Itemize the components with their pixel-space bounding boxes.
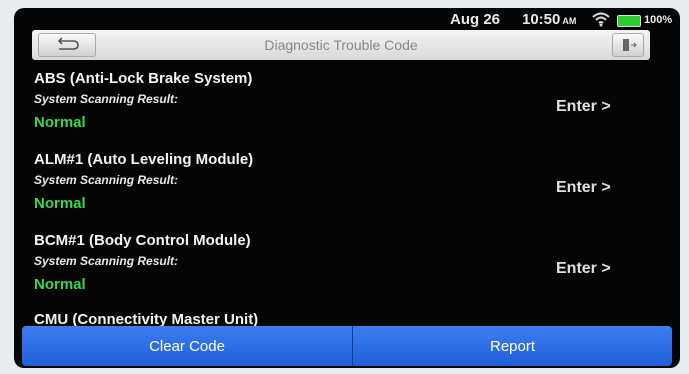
device-screen: Aug 26 10:50 AM 100% Diagnostic Trouble C… [14,8,680,368]
status-time: 10:50 AM [522,11,576,28]
scan-result-label: System Scanning Result: [34,254,179,268]
battery-level: 100% [644,14,673,26]
system-name: BCM#1 (Body Control Module) [34,232,251,249]
system-name: ABS (Anti-Lock Brake System) [34,70,253,87]
scan-status: Normal [34,195,86,212]
clear-code-button[interactable]: Clear Code [22,326,352,366]
report-button[interactable]: Report [353,326,672,366]
title-bar: Diagnostic Trouble Code [32,30,650,60]
exit-door-icon [623,39,637,51]
scan-result-label: System Scanning Result: [34,173,179,187]
status-date: Aug 26 [450,11,501,28]
scan-status: Normal [34,114,86,131]
status-bar: Aug 26 10:50 AM 100% [14,8,680,32]
exit-button[interactable] [612,33,644,57]
enter-button[interactable]: Enter > [556,98,611,116]
enter-button[interactable]: Enter > [556,260,611,278]
system-item-alm1[interactable]: ALM#1 (Auto Leveling Module) System Scan… [14,147,680,228]
enter-button[interactable]: Enter > [556,179,611,197]
status-ampm: AM [562,16,577,26]
bottom-action-bar: Clear Code Report [22,326,672,366]
wifi-icon [592,11,610,27]
page-title: Diagnostic Trouble Code [264,37,418,53]
system-list: ABS (Anti-Lock Brake System) System Scan… [14,66,680,328]
scan-status: Normal [34,276,86,293]
battery-icon [617,15,641,27]
system-name: ALM#1 (Auto Leveling Module) [34,151,254,168]
system-item-abs[interactable]: ABS (Anti-Lock Brake System) System Scan… [14,66,680,147]
status-time-value: 10:50 [522,11,561,28]
scan-result-label: System Scanning Result: [34,92,179,106]
system-item-bcm1[interactable]: BCM#1 (Body Control Module) System Scann… [14,228,680,309]
